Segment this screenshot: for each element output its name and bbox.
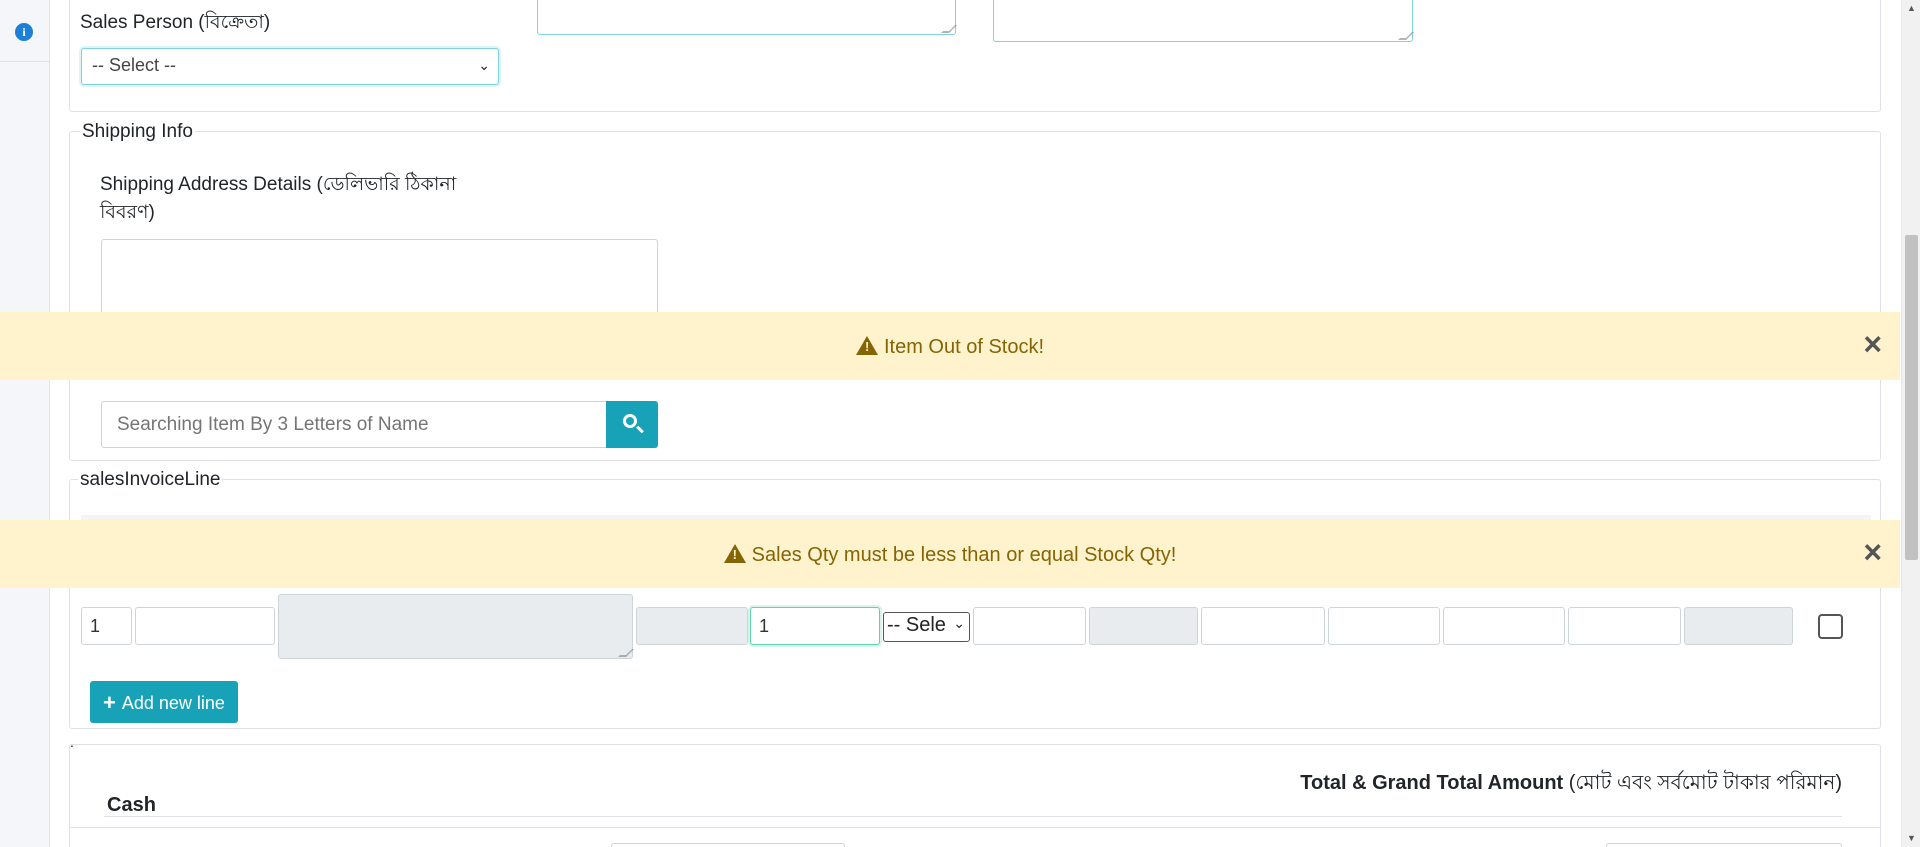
totals-bottom-divider xyxy=(69,827,1881,828)
sales-invoice-line-legend: salesInvoiceLine xyxy=(78,469,223,491)
line-serial-input[interactable]: 1 xyxy=(81,607,132,645)
warning-triangle-icon xyxy=(855,336,878,355)
grand-total-input-partial[interactable] xyxy=(1606,843,1842,847)
cash-label: Cash xyxy=(107,794,156,816)
resize-handle-icon[interactable] xyxy=(941,25,957,33)
left-sidebar: i xyxy=(0,0,50,847)
notes-textarea-2[interactable] xyxy=(993,0,1414,42)
totals-divider xyxy=(104,816,1842,817)
alert-message: Item Out of Stock! xyxy=(883,336,1045,358)
shipping-address-label-line2: বিবরণ) xyxy=(100,202,155,223)
scroll-thumb[interactable] xyxy=(1905,235,1918,560)
search-icon xyxy=(623,414,637,428)
alert-out-of-stock: Item Out of Stock! × xyxy=(0,312,1900,380)
notes-textarea-1[interactable] xyxy=(537,0,957,35)
close-icon[interactable]: × xyxy=(1863,536,1882,568)
add-new-line-label: Add new line xyxy=(121,693,225,713)
sales-person-select-value: -- Select -- xyxy=(92,55,177,75)
plus-icon: + xyxy=(103,690,116,715)
search-button[interactable] xyxy=(606,401,658,448)
sales-person-label: Sales Person (বিক্রেতা) xyxy=(80,12,271,33)
total-heading-bn: (মোট এবং সর্বমোট টাকার পরিমান) xyxy=(1568,772,1842,794)
line-unit-select[interactable]: -- Sele ⌄ xyxy=(883,612,970,642)
line-vat-input[interactable] xyxy=(1443,607,1565,645)
shipping-info-legend: Shipping Info xyxy=(80,121,195,143)
shipping-address-textarea[interactable] xyxy=(101,239,658,319)
total-heading-text: Total & Grand Total Amount xyxy=(1300,772,1564,794)
line-total-input xyxy=(1684,607,1793,645)
scroll-down-icon[interactable]: ▼ xyxy=(1902,830,1920,847)
line-quantity-input[interactable]: 1 xyxy=(750,607,880,645)
shipping-address-label-line1: Shipping Address Details (ডেলিভারি ঠিকান… xyxy=(100,174,457,195)
sidebar-info-zone: i xyxy=(0,0,50,62)
total-amount-heading: Total & Grand Total Amount (মোট এবং সর্ব… xyxy=(1300,768,1842,801)
warning-triangle-icon xyxy=(723,544,746,563)
chevron-down-icon: ⌄ xyxy=(478,57,490,73)
line-discount-input[interactable] xyxy=(1201,607,1325,645)
vertical-scrollbar[interactable]: ▲ ▼ xyxy=(1901,0,1920,847)
line-code-input[interactable] xyxy=(135,607,275,645)
chevron-down-icon: ⌄ xyxy=(953,615,965,631)
item-search-input[interactable] xyxy=(101,401,607,448)
line-description-textarea[interactable] xyxy=(278,594,634,659)
scroll-up-icon[interactable]: ▲ xyxy=(1902,0,1920,17)
resize-handle-icon[interactable] xyxy=(618,649,634,657)
info-circle-icon[interactable]: i xyxy=(15,23,33,41)
line-stock-qty-input xyxy=(636,607,748,645)
alert-message: Sales Qty must be less than or equal Sto… xyxy=(751,544,1177,566)
line-vat-amount-input[interactable] xyxy=(1568,607,1681,645)
line-amount-input xyxy=(1089,607,1198,645)
close-icon[interactable]: × xyxy=(1863,328,1882,360)
line-delete-checkbox[interactable] xyxy=(1818,614,1843,639)
alert-sales-qty: Sales Qty must be less than or equal Sto… xyxy=(0,520,1900,588)
line-unit-select-value: -- Sele xyxy=(887,614,946,636)
line-discount-amount-input[interactable] xyxy=(1328,607,1440,645)
cash-input-partial[interactable] xyxy=(611,843,845,847)
sales-person-select[interactable]: -- Select -- ⌄ xyxy=(81,48,499,85)
line-rate-input[interactable] xyxy=(973,607,1086,645)
add-new-line-button[interactable]: + Add new line xyxy=(90,681,238,723)
resize-handle-icon[interactable] xyxy=(1398,32,1414,40)
